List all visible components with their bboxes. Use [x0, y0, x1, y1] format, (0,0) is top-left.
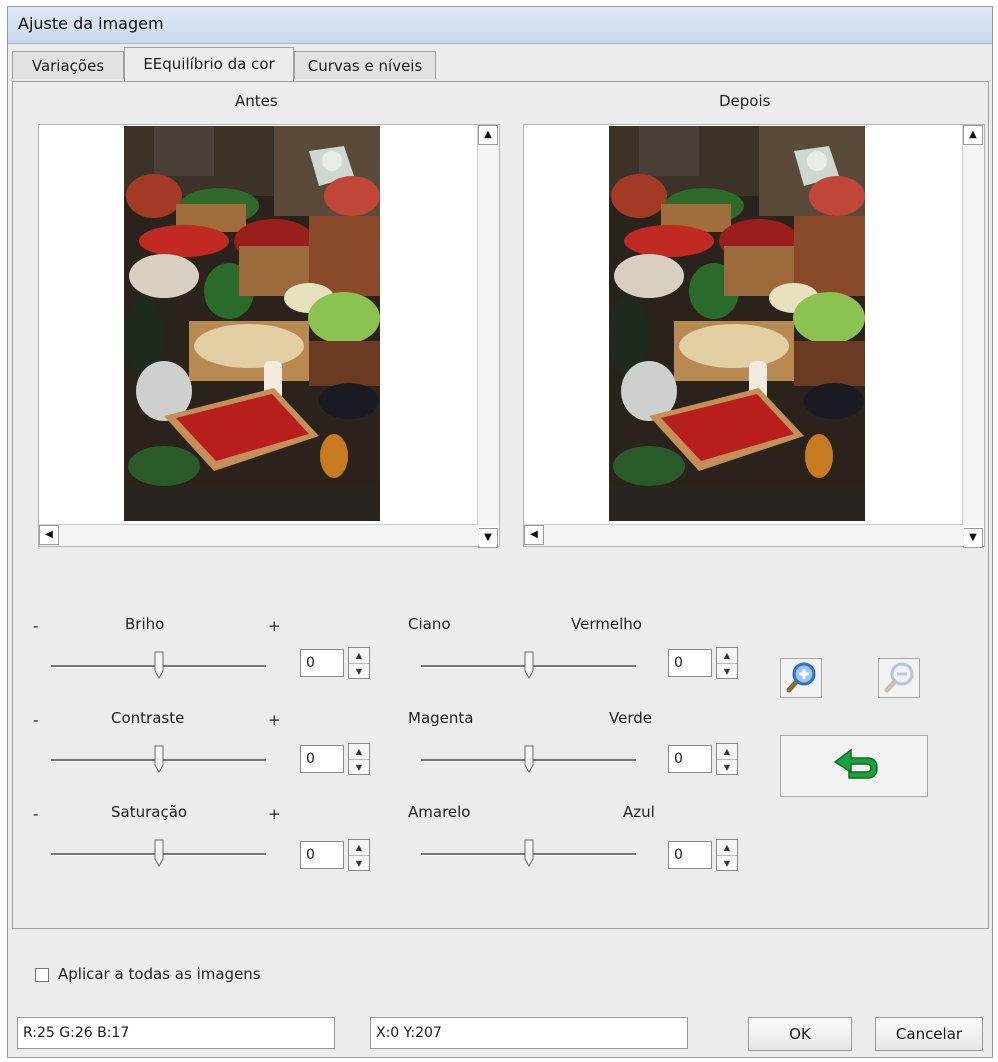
spin-down-icon[interactable]: ▼ — [349, 856, 369, 871]
spin-up-icon[interactable]: ▲ — [717, 648, 737, 664]
before-vertical-scrollbar[interactable]: ▲ ▼ — [477, 125, 499, 548]
after-label: Depois — [719, 92, 771, 110]
brightness-minus: - — [33, 617, 39, 635]
saturation-spinner[interactable]: ▲ ▼ — [348, 839, 370, 871]
saturation-label: Saturação — [111, 803, 188, 821]
brightness-label: Briho — [125, 615, 165, 633]
contrast-label: Contraste — [111, 709, 185, 727]
yellow-blue-spinner[interactable]: ▲ ▼ — [716, 839, 738, 871]
contrast-value-input[interactable]: 0 — [300, 745, 344, 773]
saturation-value-input[interactable]: 0 — [300, 841, 344, 869]
contrast-minus: - — [33, 711, 39, 729]
saturation-minus: - — [33, 805, 39, 823]
cyan-red-value-input[interactable]: 0 — [668, 649, 712, 677]
image-adjust-dialog: Ajuste da imagem Variações EEquilíbrio d… — [7, 6, 993, 1058]
spin-down-icon[interactable]: ▼ — [349, 664, 369, 679]
magenta-label: Magenta — [408, 709, 474, 727]
yellow-blue-slider-thumb[interactable] — [524, 839, 534, 867]
saturation-slider-thumb[interactable] — [154, 839, 164, 867]
arrow-left-icon[interactable]: ◀ — [524, 525, 544, 545]
spin-up-icon[interactable]: ▲ — [717, 840, 737, 856]
after-vertical-scrollbar[interactable]: ▲ ▼ — [962, 125, 984, 548]
arrow-up-icon[interactable]: ▲ — [963, 125, 983, 145]
reset-button[interactable] — [780, 735, 928, 797]
brightness-value-input[interactable]: 0 — [300, 649, 344, 677]
saturation-plus: + — [268, 805, 281, 823]
spin-down-icon[interactable]: ▼ — [717, 664, 737, 679]
magenta-green-value-input[interactable]: 0 — [668, 745, 712, 773]
window-title: Ajuste da imagem — [18, 14, 164, 33]
spin-up-icon[interactable]: ▲ — [349, 648, 369, 664]
magenta-green-spinner[interactable]: ▲ ▼ — [716, 743, 738, 775]
undo-arrow-icon — [833, 748, 878, 779]
brightness-slider-thumb[interactable] — [154, 651, 164, 679]
spin-up-icon[interactable]: ▲ — [349, 840, 369, 856]
brightness-plus: + — [268, 617, 281, 635]
arrow-down-icon[interactable]: ▼ — [478, 528, 498, 548]
contrast-slider-thumb[interactable] — [154, 745, 164, 773]
title-bar[interactable]: Ajuste da imagem — [8, 7, 992, 44]
cyan-red-spinner[interactable]: ▲ ▼ — [716, 647, 738, 679]
spin-up-icon[interactable]: ▲ — [717, 744, 737, 760]
color-balance-panel: Antes Depois ▲ ▼ ◀ ▲ ▼ ◀ - Briho + 0 ▲ ▼… — [12, 81, 989, 929]
contrast-plus: + — [268, 711, 281, 729]
tab-variations[interactable]: Variações — [12, 51, 124, 79]
after-image — [609, 126, 865, 521]
ok-button[interactable]: OK — [748, 1017, 852, 1051]
cyan-label: Ciano — [408, 615, 451, 633]
arrow-up-icon[interactable]: ▲ — [478, 125, 498, 145]
apply-all-label: Aplicar a todas as imagens — [58, 965, 261, 983]
before-label: Antes — [235, 92, 278, 110]
spin-down-icon[interactable]: ▼ — [349, 760, 369, 775]
yellow-label: Amarelo — [408, 803, 471, 821]
blue-label: Azul — [623, 803, 655, 821]
apply-all-checkbox[interactable] — [35, 968, 49, 982]
magenta-green-slider-thumb[interactable] — [524, 745, 534, 773]
after-preview[interactable]: ▲ ▼ ◀ — [523, 124, 985, 548]
green-label: Verde — [609, 709, 652, 727]
cancel-button[interactable]: Cancelar — [875, 1017, 983, 1051]
rgb-readout: R:25 G:26 B:17 — [17, 1017, 335, 1049]
before-preview[interactable]: ▲ ▼ ◀ — [38, 124, 500, 548]
spin-up-icon[interactable]: ▲ — [349, 744, 369, 760]
brightness-spinner[interactable]: ▲ ▼ — [348, 647, 370, 679]
before-horizontal-scrollbar[interactable]: ◀ — [39, 524, 479, 546]
arrow-down-icon[interactable]: ▼ — [963, 528, 983, 548]
tab-color-balance[interactable]: EEquilíbrio da cor — [124, 47, 294, 81]
before-image — [124, 126, 380, 521]
spin-down-icon[interactable]: ▼ — [717, 856, 737, 871]
cyan-red-slider-thumb[interactable] — [524, 651, 534, 679]
contrast-spinner[interactable]: ▲ ▼ — [348, 743, 370, 775]
zoom-out-icon — [884, 662, 914, 693]
after-horizontal-scrollbar[interactable]: ◀ — [524, 524, 964, 546]
zoom-in-icon — [786, 662, 816, 693]
arrow-left-icon[interactable]: ◀ — [39, 525, 59, 545]
zoom-in-button[interactable] — [780, 658, 822, 698]
zoom-out-button[interactable] — [878, 658, 920, 698]
coords-readout: X:0 Y:207 — [370, 1017, 688, 1049]
red-label: Vermelho — [571, 615, 642, 633]
yellow-blue-value-input[interactable]: 0 — [668, 841, 712, 869]
tab-curves-levels[interactable]: Curvas e níveis — [294, 51, 436, 79]
spin-down-icon[interactable]: ▼ — [717, 760, 737, 775]
